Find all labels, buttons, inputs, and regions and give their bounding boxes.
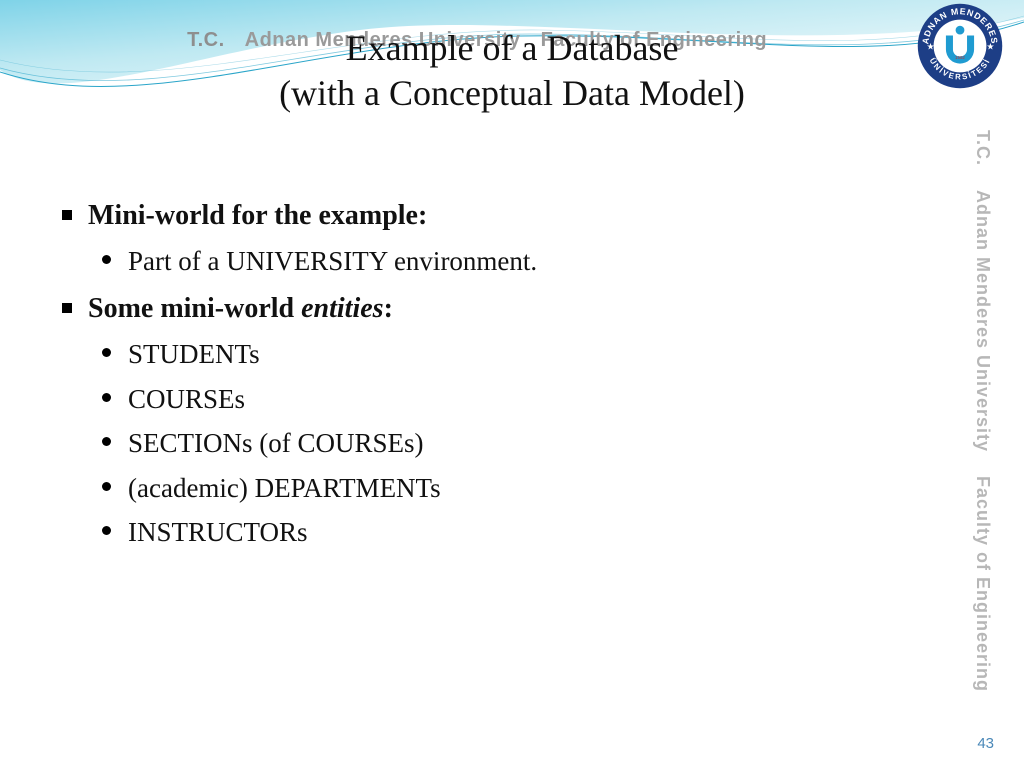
square-bullet-icon xyxy=(62,303,72,313)
sublist-2: STUDENTs COURSEs SECTIONs (of COURSEs) (… xyxy=(102,332,942,555)
bullet-lvl2: SECTIONs (of COURSEs) xyxy=(102,421,942,466)
sublist-1: Part of a UNIVERSITY environment. xyxy=(102,239,942,284)
square-bullet-icon xyxy=(62,210,72,220)
bullet-lvl2: (academic) DEPARTMENTs xyxy=(102,466,942,511)
dot-bullet-icon xyxy=(102,437,111,446)
dot-bullet-icon xyxy=(102,482,111,491)
dot-bullet-icon xyxy=(102,348,111,357)
bullet-lvl2: COURSEs xyxy=(102,377,942,422)
heading-2-pre: Some mini-world xyxy=(88,293,301,324)
item-2-5: INSTRUCTORs xyxy=(128,517,308,547)
side-tc: T.C. xyxy=(973,124,993,172)
dot-bullet-icon xyxy=(102,255,111,264)
side-faculty: Faculty of Engineering xyxy=(973,470,993,698)
dot-bullet-icon xyxy=(102,393,111,402)
bullet-lvl1: Some mini-world entities: xyxy=(62,287,942,332)
side-university: Adnan Menderes University xyxy=(973,184,993,458)
item-1-1: Part of a UNIVERSITY environment. xyxy=(128,246,537,276)
item-2-4: (academic) DEPARTMENTs xyxy=(128,473,441,503)
heading-1: Mini-world for the example: xyxy=(88,200,427,231)
slide-title: Example of a Database (with a Conceptual… xyxy=(0,26,1024,116)
bullet-lvl2: STUDENTs xyxy=(102,332,942,377)
side-watermark: T.C. Adnan Menderes University Faculty o… xyxy=(986,100,1014,660)
bullet-lvl2: Part of a UNIVERSITY environment. xyxy=(102,239,942,284)
heading-2-post: : xyxy=(384,293,393,324)
bullet-lvl2: INSTRUCTORs xyxy=(102,510,942,555)
bullet-lvl1: Mini-world for the example: xyxy=(62,194,942,239)
item-2-3: SECTIONs (of COURSEs) xyxy=(128,428,424,458)
slide-body: Mini-world for the example: Part of a UN… xyxy=(62,190,942,555)
title-line1: Example of a Database xyxy=(0,26,1024,71)
item-2-1: STUDENTs xyxy=(128,339,260,369)
title-line2: (with a Conceptual Data Model) xyxy=(0,71,1024,116)
heading-2-em: entities xyxy=(301,293,383,324)
slide: T.C. Adnan Menderes University Faculty of … xyxy=(0,0,1024,768)
dot-bullet-icon xyxy=(102,526,111,535)
page-number: 43 xyxy=(977,735,994,752)
item-2-2: COURSEs xyxy=(128,384,245,414)
